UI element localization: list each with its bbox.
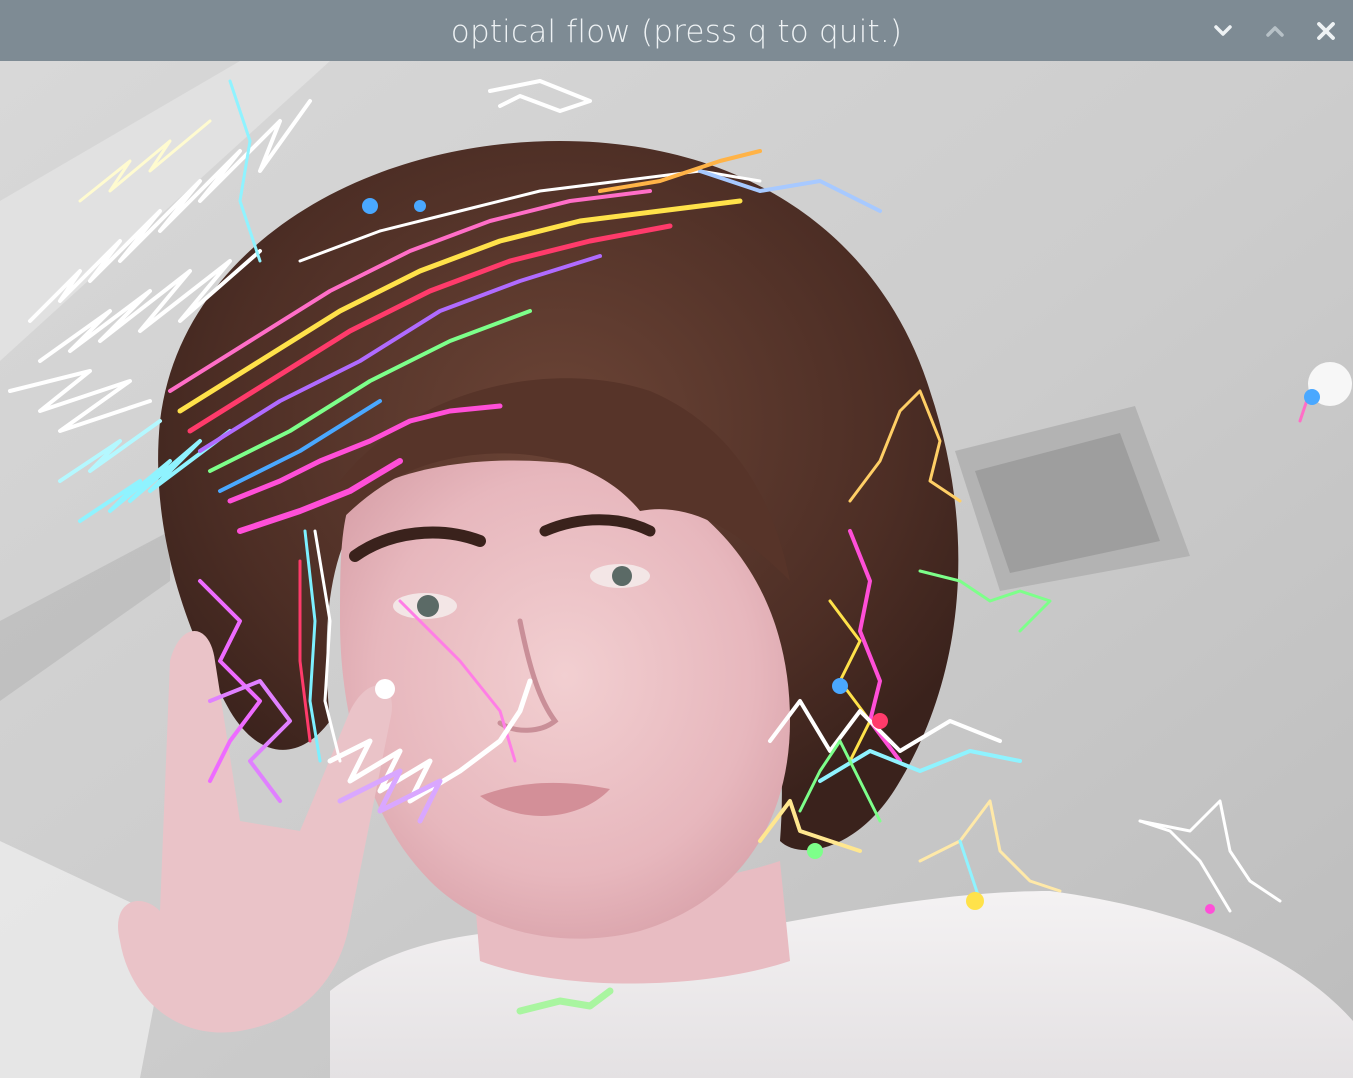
close-icon — [1317, 22, 1335, 40]
chevron-up-icon — [1266, 26, 1284, 37]
window-title: optical flow (press q to quit.) — [450, 14, 903, 50]
minimize-button[interactable] — [1207, 15, 1239, 47]
camera-feed — [0, 61, 1353, 1078]
video-frame — [0, 61, 1353, 1078]
maximize-button[interactable] — [1259, 15, 1291, 47]
title-bar[interactable]: optical flow (press q to quit.) — [0, 0, 1353, 61]
application-window: optical flow (press q to quit.) — [0, 0, 1353, 1078]
right-iris — [612, 566, 632, 586]
chevron-down-icon — [1214, 25, 1232, 36]
close-button[interactable] — [1310, 15, 1342, 47]
left-iris — [417, 595, 439, 617]
